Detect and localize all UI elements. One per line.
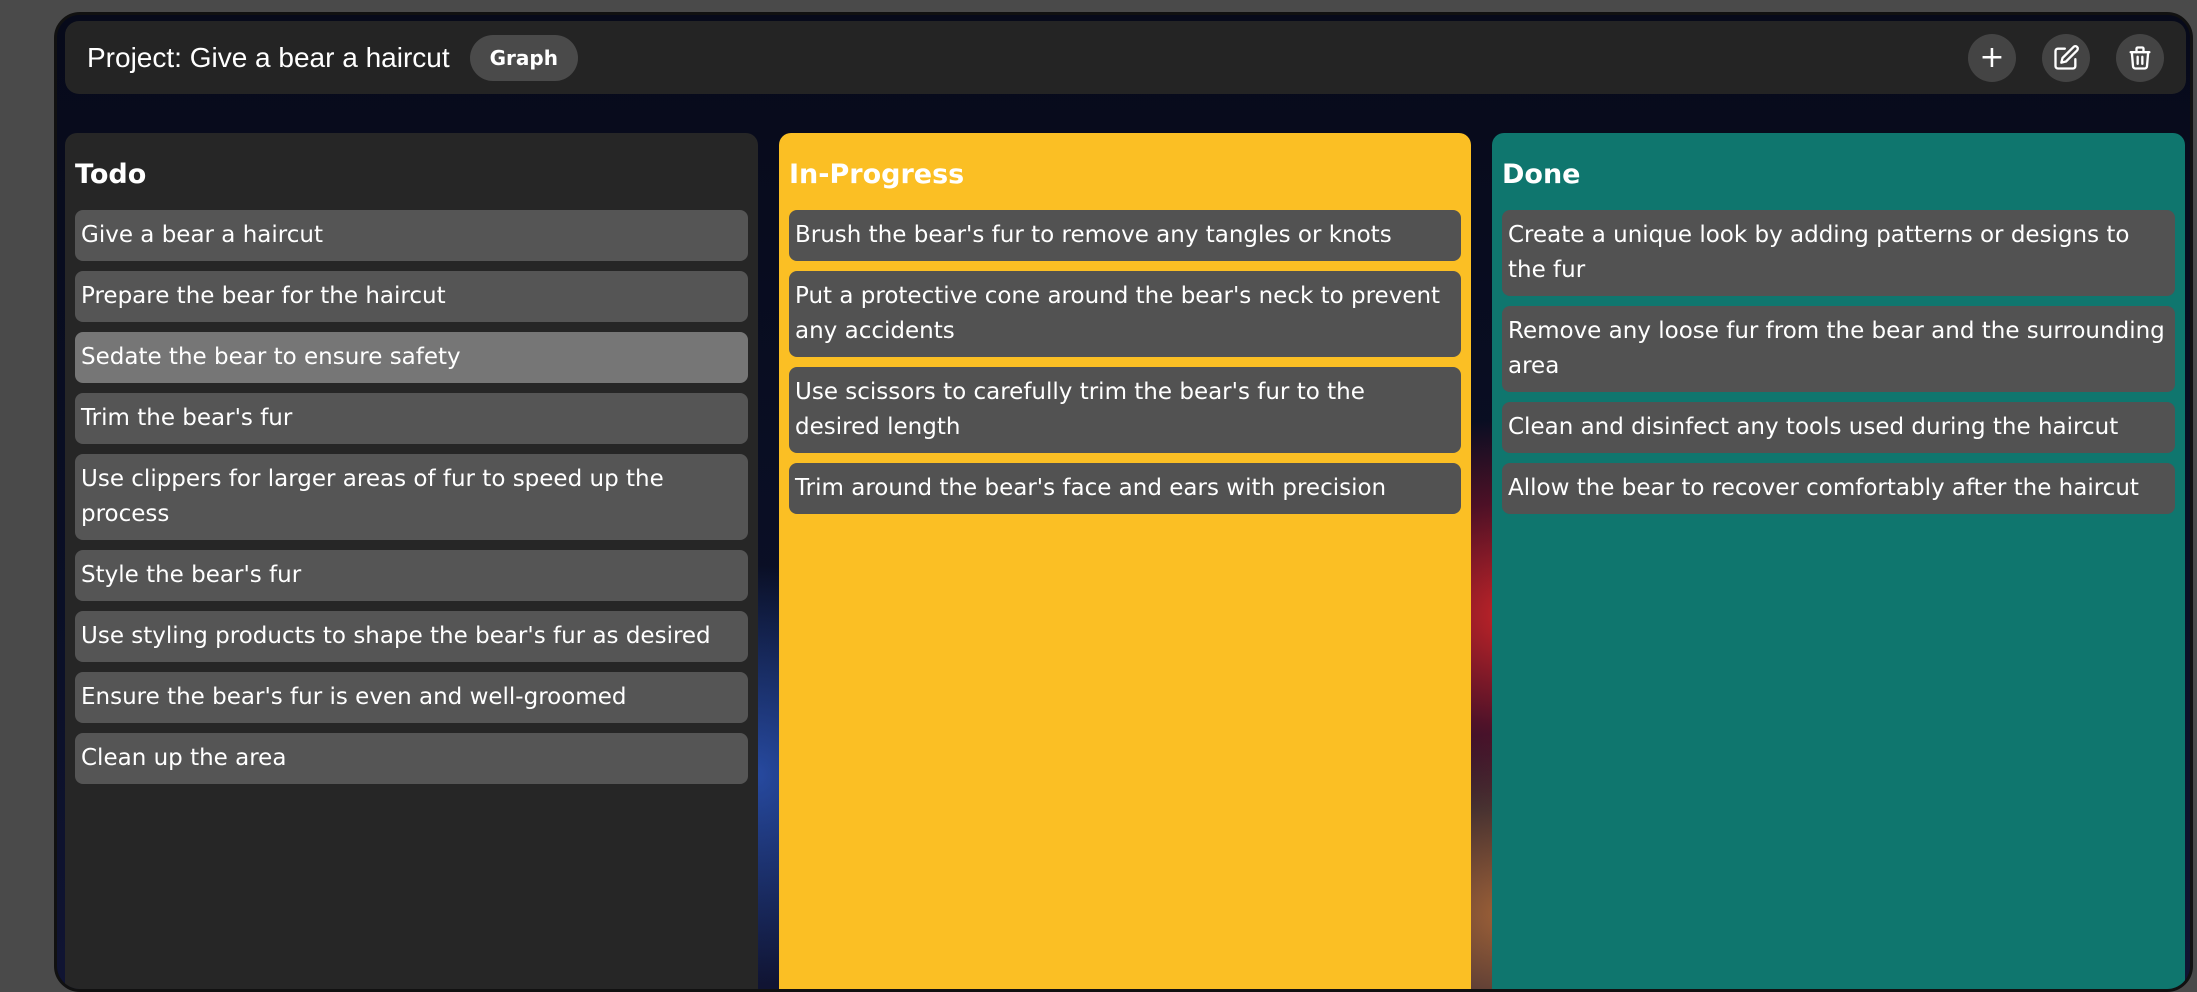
add-button[interactable]: + — [1968, 33, 2016, 82]
task-card[interactable]: Give a bear a haircut — [75, 210, 748, 261]
task-card[interactable]: Create a unique look by adding patterns … — [1502, 210, 2175, 296]
column-title: Done — [1502, 159, 1581, 190]
task-card[interactable]: Style the bear's fur — [75, 550, 748, 601]
column-title: Todo — [75, 159, 147, 190]
column-title: In-Progress — [789, 159, 965, 190]
task-card[interactable]: Brush the bear's fur to remove any tangl… — [789, 210, 1461, 261]
column-done: Done Create a unique look by adding patt… — [1492, 133, 2185, 989]
graph-button[interactable]: Graph — [469, 34, 578, 81]
edit-button[interactable] — [2042, 33, 2090, 82]
task-card[interactable]: Trim the bear's fur — [75, 393, 748, 444]
trash-icon — [2129, 45, 2151, 70]
task-card[interactable]: Clean up the area — [75, 733, 748, 784]
plus-icon: + — [1979, 40, 2005, 75]
task-card[interactable]: Clean and disinfect any tools used durin… — [1502, 402, 2175, 453]
delete-button[interactable] — [2116, 33, 2164, 82]
column-todo: Todo Give a bear a haircut Prepare the b… — [65, 133, 758, 989]
app-window: Project: Give a bear a haircut Graph + T… — [54, 12, 2193, 992]
task-card[interactable]: Use scissors to carefully trim the bear'… — [789, 367, 1461, 453]
task-card[interactable]: Prepare the bear for the haircut — [75, 271, 748, 322]
task-card[interactable]: Ensure the bear's fur is even and well-g… — [75, 672, 748, 723]
header-actions: + — [1968, 33, 2164, 82]
task-card[interactable]: Trim around the bear's face and ears wit… — [789, 463, 1461, 514]
project-header: Project: Give a bear a haircut Graph + — [65, 21, 2186, 94]
task-card[interactable]: Sedate the bear to ensure safety — [75, 332, 748, 383]
task-card[interactable]: Allow the bear to recover comfortably af… — [1502, 463, 2175, 514]
task-card[interactable]: Use clippers for larger areas of fur to … — [75, 454, 748, 540]
project-title: Project: Give a bear a haircut — [87, 41, 450, 73]
task-card[interactable]: Use styling products to shape the bear's… — [75, 611, 748, 662]
column-in-progress: In-Progress Brush the bear's fur to remo… — [779, 133, 1471, 989]
kanban-board: Todo Give a bear a haircut Prepare the b… — [65, 133, 2185, 989]
edit-icon — [2054, 44, 2079, 70]
task-card[interactable]: Remove any loose fur from the bear and t… — [1502, 306, 2175, 392]
task-card[interactable]: Put a protective cone around the bear's … — [789, 271, 1461, 357]
